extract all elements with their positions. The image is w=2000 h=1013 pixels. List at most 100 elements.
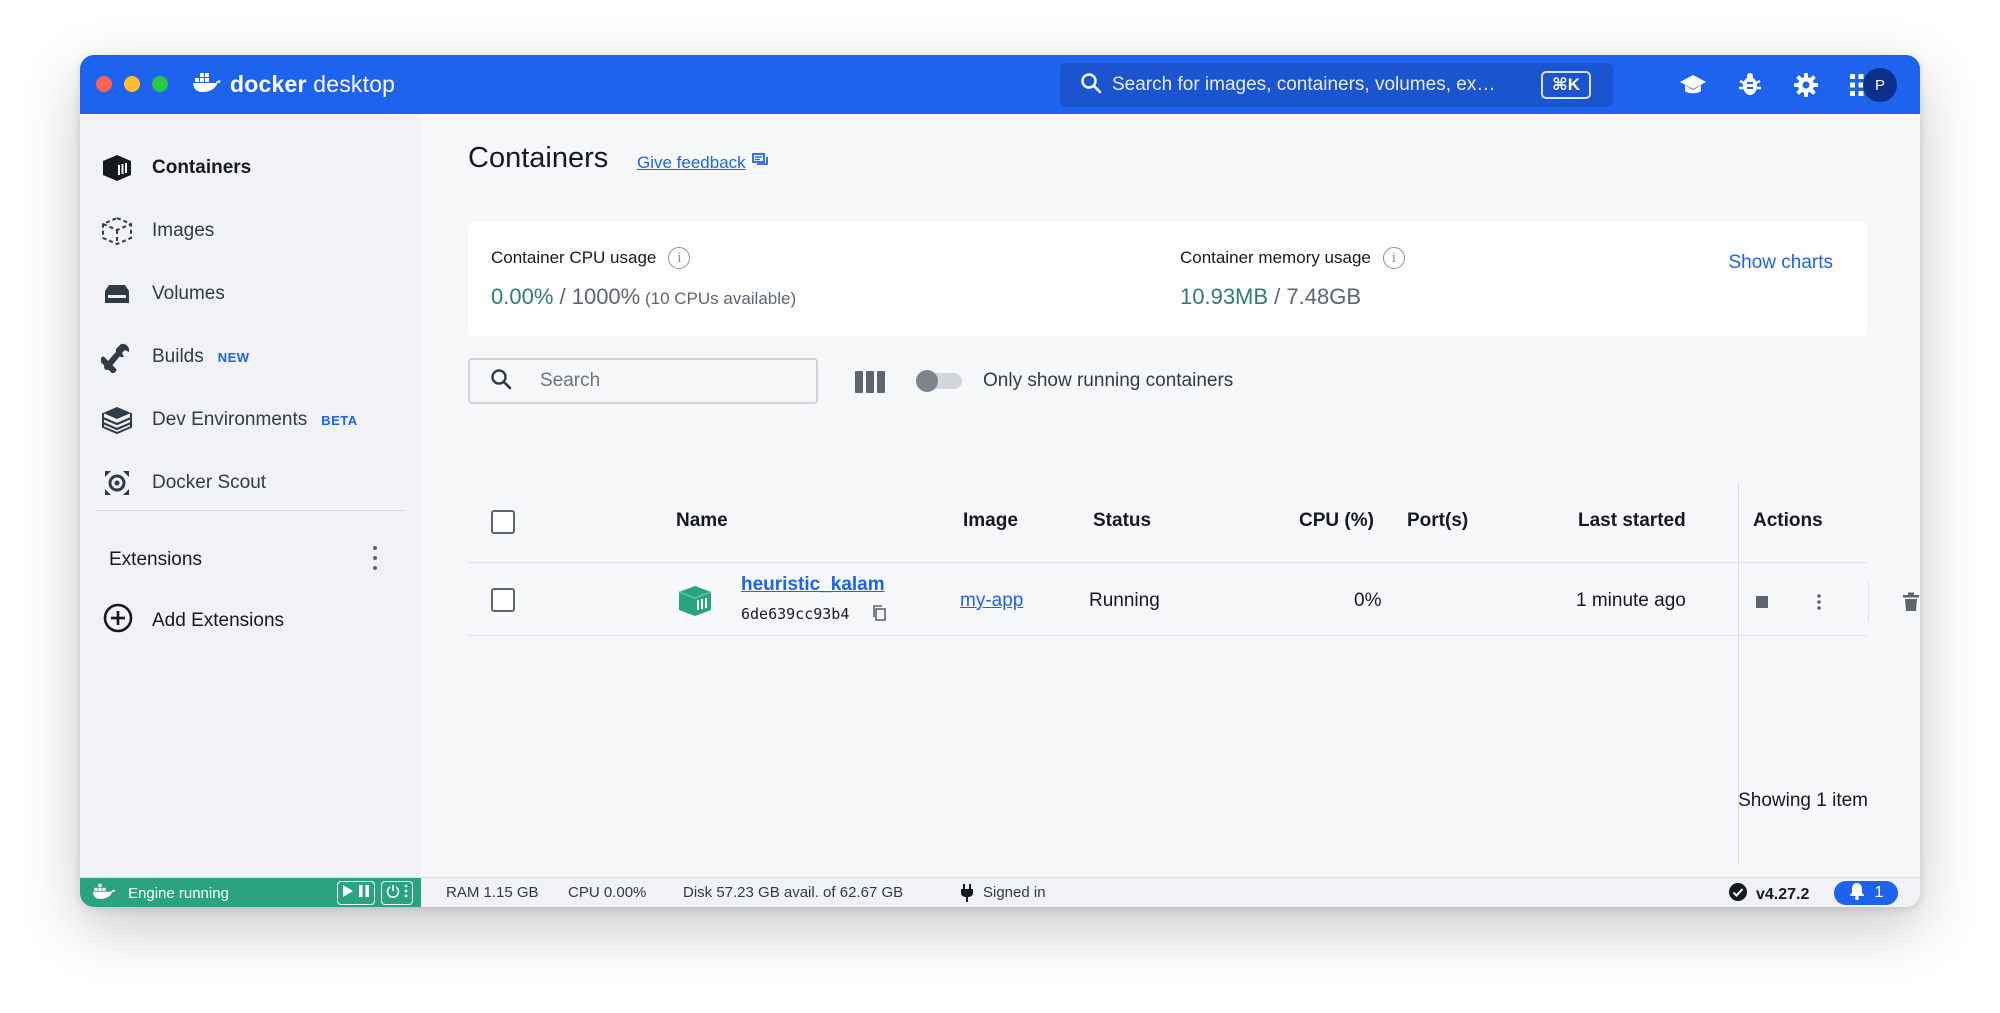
row-checkbox[interactable] — [491, 588, 515, 612]
check-circle-icon — [1728, 882, 1748, 907]
status-bar: Engine running RAM 1.15 GB CPU 0.00% Dis… — [80, 877, 1920, 907]
notifications-button[interactable]: 1 — [1834, 881, 1898, 905]
volume-icon — [100, 277, 134, 311]
cpu-usage-current: 0.00% — [491, 284, 554, 309]
sidebar-item-dev-environments[interactable]: Dev Environments BETA — [100, 400, 358, 440]
cpu-usage-total: / 1000% — [553, 284, 641, 309]
stop-icon[interactable] — [1754, 594, 1770, 610]
column-header-cpu[interactable]: CPU (%) — [1299, 510, 1374, 532]
cpu-usage-footer: CPU 0.00% — [568, 884, 647, 901]
docker-whale-icon — [192, 71, 222, 98]
resource-usage-card: Container CPU usage i 0.00% / 1000% (10 … — [468, 222, 1867, 336]
sidebar-item-label: Volumes — [152, 283, 225, 304]
container-icon — [100, 151, 134, 185]
global-search-placeholder: Search for images, containers, volumes, … — [1112, 74, 1496, 95]
container-last-started: 1 minute ago — [1576, 590, 1686, 611]
info-icon[interactable]: i — [1382, 247, 1405, 269]
image-link[interactable]: my-app — [960, 590, 1023, 612]
info-icon[interactable]: i — [668, 247, 691, 269]
sidebar-item-label: Docker Scout — [152, 472, 267, 493]
main-content: Containers Give feedback Container CPU u… — [421, 114, 1920, 877]
running-only-label: Only show running containers — [983, 370, 1234, 391]
add-extensions-button[interactable]: Add Extensions — [102, 602, 284, 640]
search-shortcut-badge: ⌘K — [1540, 71, 1591, 99]
actions-separator — [1868, 582, 1869, 622]
plus-circle-icon — [102, 602, 134, 640]
copy-icon[interactable] — [871, 604, 887, 622]
more-options-icon[interactable] — [1811, 590, 1827, 614]
column-header-ports[interactable]: Port(s) — [1407, 510, 1468, 532]
maximize-window-button[interactable] — [152, 76, 168, 92]
learning-center-icon[interactable] — [1678, 70, 1708, 100]
pause-icon[interactable] — [358, 884, 370, 902]
sidebar-item-containers[interactable]: Containers — [100, 148, 251, 188]
engine-power-group — [381, 881, 413, 905]
columns-icon[interactable] — [855, 371, 885, 393]
engine-play-pause-group — [337, 881, 375, 905]
close-window-button[interactable] — [96, 76, 112, 92]
signed-in-status[interactable]: Signed in — [983, 884, 1046, 901]
avatar[interactable]: P — [1863, 68, 1897, 102]
extensions-title: Extensions — [109, 549, 202, 570]
container-search-placeholder: Search — [540, 370, 601, 391]
ram-usage: RAM 1.15 GB — [446, 884, 539, 901]
sidebar-item-docker-scout[interactable]: Docker Scout — [100, 463, 266, 503]
gear-icon[interactable] — [1791, 70, 1821, 100]
sidebar-item-volumes[interactable]: Volumes — [100, 274, 225, 314]
docker-whale-icon — [92, 882, 116, 904]
select-all-checkbox[interactable] — [491, 510, 515, 534]
notifications-count: 1 — [1874, 884, 1884, 901]
give-feedback-label: Give feedback — [637, 152, 746, 172]
disk-usage: Disk 57.23 GB avail. of 62.67 GB — [683, 884, 904, 901]
engine-status[interactable]: Engine running — [80, 878, 421, 907]
wrench-icon — [100, 340, 134, 374]
scout-icon — [100, 466, 134, 500]
sidebar-item-label: Dev Environments — [152, 409, 308, 430]
toggle-knob — [916, 370, 938, 392]
give-feedback-link[interactable]: Give feedback — [637, 152, 770, 173]
global-search[interactable]: Search for images, containers, volumes, … — [1060, 63, 1613, 107]
memory-usage-value: 10.93MB / 7.48GB — [1180, 284, 1361, 310]
column-header-status[interactable]: Status — [1093, 510, 1151, 532]
memory-usage-label: Container memory usage i — [1180, 247, 1405, 269]
container-name-link[interactable]: heuristic_kalam — [741, 574, 885, 596]
search-icon — [490, 368, 512, 395]
play-icon[interactable] — [342, 884, 354, 902]
docker-desktop-window: docker desktop Search for images, contai… — [80, 55, 1920, 907]
row-divider — [468, 635, 1867, 636]
version-info[interactable]: v4.27.2 — [1728, 882, 1809, 907]
power-icon[interactable] — [386, 884, 400, 902]
sidebar: Containers Images Volumes Builds NEW Dev… — [80, 114, 421, 877]
new-badge: NEW — [217, 349, 250, 365]
cpu-usage-label: Container CPU usage i — [491, 247, 691, 269]
column-header-name[interactable]: Name — [676, 510, 728, 532]
container-id: 6de639cc93b4 — [741, 605, 850, 623]
container-search-input[interactable]: Search — [468, 358, 818, 404]
bell-icon — [1849, 882, 1865, 905]
memory-usage-current: 10.93MB — [1180, 284, 1269, 309]
minimize-window-button[interactable] — [124, 76, 140, 92]
sidebar-item-builds[interactable]: Builds NEW — [100, 337, 250, 377]
dev-env-icon — [100, 403, 134, 437]
delete-icon[interactable] — [1902, 591, 1920, 613]
engine-more-icon[interactable] — [404, 884, 408, 902]
memory-usage-total: / 7.48GB — [1268, 284, 1362, 309]
container-status: Running — [1089, 590, 1160, 611]
cpu-usage-value: 0.00% / 1000% (10 CPUs available) — [491, 284, 796, 310]
version-label: v4.27.2 — [1756, 885, 1810, 903]
title-bar: docker desktop Search for images, contai… — [80, 55, 1920, 114]
container-cpu: 0% — [1354, 590, 1382, 611]
bug-icon[interactable] — [1735, 70, 1765, 100]
show-charts-button[interactable]: Show charts — [1728, 252, 1833, 274]
column-header-image[interactable]: Image — [963, 510, 1018, 532]
search-icon — [1080, 72, 1102, 99]
column-header-last-started[interactable]: Last started — [1578, 510, 1686, 532]
cpu-usage-note: (10 CPUs available) — [640, 289, 797, 308]
showing-count: Showing 1 item — [1738, 790, 1868, 811]
extensions-more-icon[interactable] — [370, 543, 380, 573]
app-name: docker desktop — [230, 70, 396, 97]
sidebar-item-label: Containers — [152, 157, 252, 178]
sidebar-item-images[interactable]: Images — [100, 211, 214, 251]
running-only-toggle[interactable] — [916, 370, 962, 392]
plug-icon — [960, 884, 974, 907]
